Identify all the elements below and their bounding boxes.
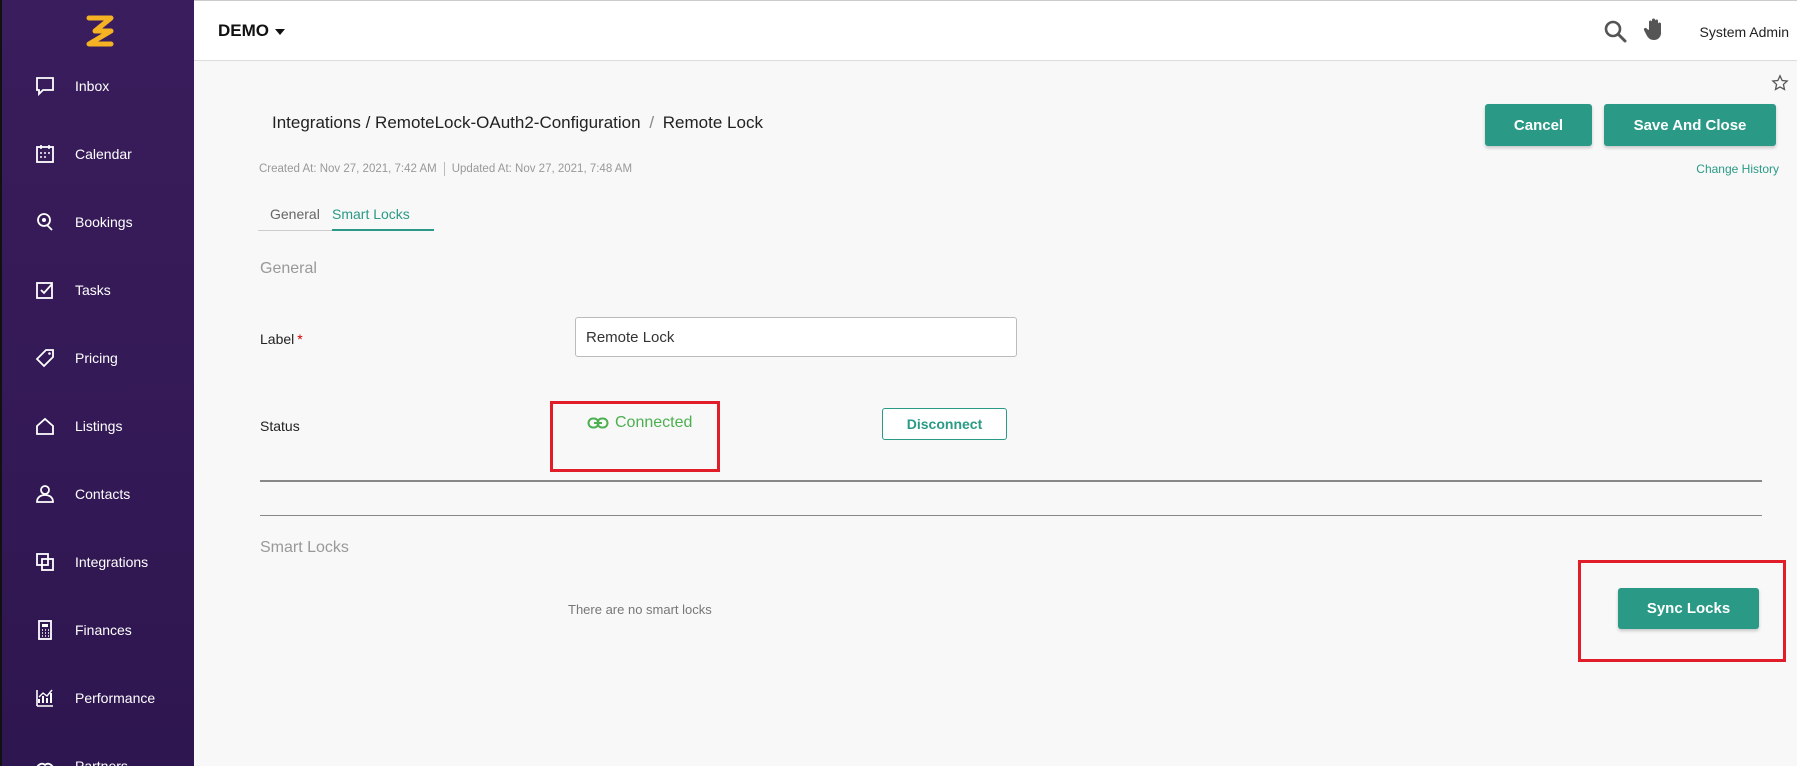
sidebar-item-finances[interactable]: Finances xyxy=(2,600,194,660)
record-meta: Created At: Nov 27, 2021, 7:42 AM Updated… xyxy=(259,162,632,176)
sidebar-item-partners[interactable]: Partners xyxy=(2,736,194,766)
calendar-icon xyxy=(36,145,54,163)
breadcrumb-separator: / xyxy=(649,113,655,132)
sidebar-item-label: Calendar xyxy=(75,146,132,162)
sidebar-item-label: Listings xyxy=(75,418,123,434)
breadcrumb: Integrations / RemoteLock-OAuth2-Configu… xyxy=(272,113,763,133)
sidebar-item-label: Partners xyxy=(75,758,128,766)
label-field-label: Label * xyxy=(260,331,303,347)
label-field-text: Label xyxy=(260,331,295,347)
user-menu[interactable]: System Admin xyxy=(1700,24,1789,40)
sidebar: Inbox Calendar Bookings Tasks Pricing Li… xyxy=(0,0,194,766)
status-field-label: Status xyxy=(260,418,300,434)
section-title-smart-locks: Smart Locks xyxy=(260,539,349,556)
sidebar-item-listings[interactable]: Listings xyxy=(2,396,194,456)
sidebar-item-label: Finances xyxy=(75,622,132,638)
sidebar-item-label: Integrations xyxy=(75,554,149,570)
cancel-button[interactable]: Cancel xyxy=(1485,104,1592,146)
tabs: General Smart Locks xyxy=(258,203,434,231)
tasks-icon xyxy=(36,282,53,299)
sidebar-item-label: Performance xyxy=(75,690,156,706)
sidebar-item-pricing[interactable]: Pricing xyxy=(2,328,194,388)
breadcrumb-parent[interactable]: RemoteLock-OAuth2-Configuration xyxy=(375,113,641,132)
account-name: DEMO xyxy=(218,21,269,40)
active-tab-indicator xyxy=(332,229,434,231)
bookings-icon xyxy=(37,213,53,231)
partners-icon xyxy=(36,762,54,766)
sidebar-item-integrations[interactable]: Integrations xyxy=(2,532,194,592)
integrations-icon xyxy=(36,553,54,571)
sidebar-item-label: Contacts xyxy=(75,486,131,502)
search-icon[interactable] xyxy=(1603,19,1627,43)
section-title-general: General xyxy=(260,260,317,277)
created-at: Created At: Nov 27, 2021, 7:42 AM xyxy=(259,163,437,176)
user-icon xyxy=(36,485,54,503)
empty-state-text: There are no smart locks xyxy=(568,602,712,617)
account-switcher[interactable]: DEMO xyxy=(218,21,285,41)
breadcrumb-current: Remote Lock xyxy=(662,113,763,132)
hand-icon[interactable] xyxy=(1643,17,1665,41)
breadcrumb-root[interactable]: Integrations xyxy=(272,113,361,132)
star-icon[interactable] xyxy=(1771,74,1789,92)
logo-icon[interactable] xyxy=(85,14,115,48)
sidebar-item-inbox[interactable]: Inbox xyxy=(2,56,194,116)
sidebar-item-label: Bookings xyxy=(75,214,133,230)
sidebar-item-label: Pricing xyxy=(75,350,118,366)
required-marker: * xyxy=(297,331,303,347)
inbox-icon xyxy=(36,77,54,97)
divider xyxy=(443,162,445,176)
highlight-box xyxy=(550,401,720,472)
sidebar-item-tasks[interactable]: Tasks xyxy=(2,260,194,320)
sidebar-item-bookings[interactable]: Bookings xyxy=(2,192,194,252)
change-history-link[interactable]: Change History xyxy=(1696,162,1779,176)
divider xyxy=(260,515,1762,516)
calculator-icon xyxy=(38,620,52,640)
updated-at: Updated At: Nov 27, 2021, 7:48 AM xyxy=(451,163,633,176)
label-input[interactable] xyxy=(575,317,1017,357)
sidebar-item-contacts[interactable]: Contacts xyxy=(2,464,194,524)
disconnect-button[interactable]: Disconnect xyxy=(882,408,1007,440)
sidebar-item-calendar[interactable]: Calendar xyxy=(2,124,194,184)
save-and-close-button[interactable]: Save And Close xyxy=(1604,104,1776,146)
tab-general[interactable]: General xyxy=(270,206,320,222)
caret-down-icon xyxy=(275,28,285,35)
home-icon xyxy=(36,417,54,435)
breadcrumb-separator: / xyxy=(365,113,371,132)
topbar: DEMO System Admin xyxy=(194,0,1797,61)
highlight-box xyxy=(1578,560,1786,662)
sidebar-item-label: Inbox xyxy=(75,78,110,94)
chart-icon xyxy=(36,689,53,707)
divider xyxy=(260,480,1762,482)
sidebar-item-performance[interactable]: Performance xyxy=(2,668,194,728)
price-tag-icon xyxy=(35,349,54,368)
tab-smart-locks[interactable]: Smart Locks xyxy=(332,206,410,222)
sidebar-item-label: Tasks xyxy=(75,282,111,298)
